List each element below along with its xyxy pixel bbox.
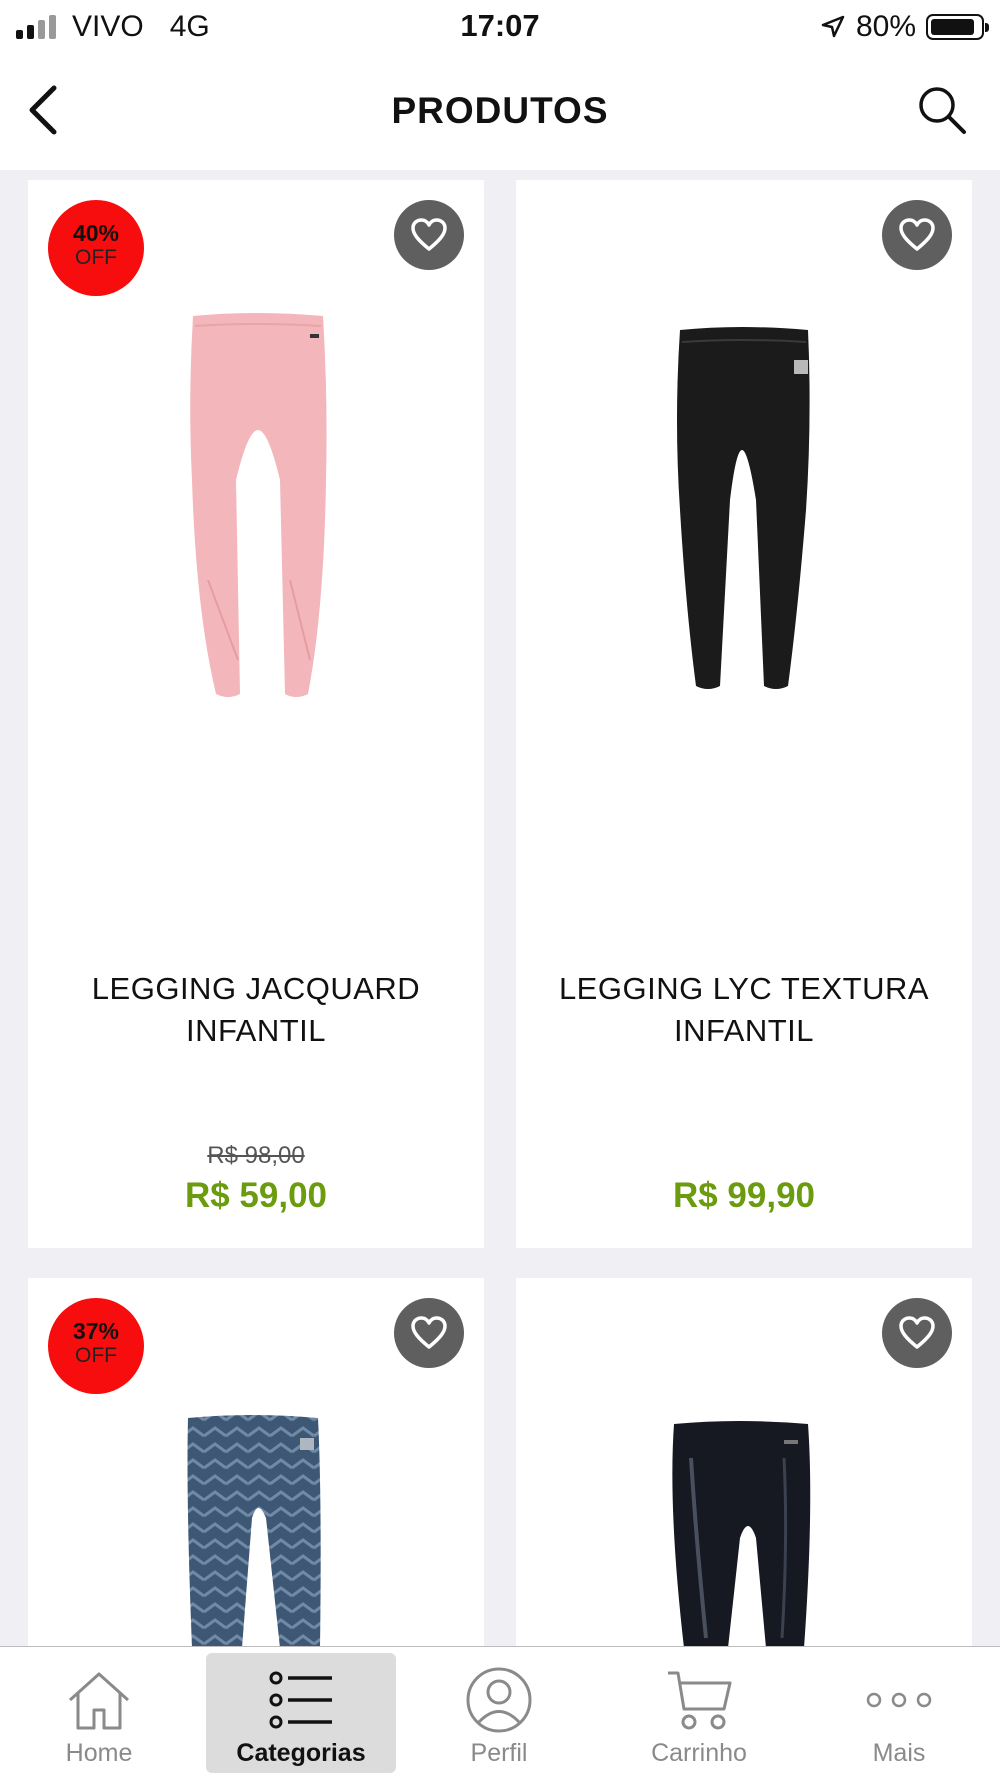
discount-off-label: OFF — [75, 246, 117, 269]
discount-percent: 37% — [72, 1318, 120, 1344]
product-image[interactable] — [28, 1408, 484, 1648]
product-image[interactable] — [516, 1418, 972, 1648]
home-icon — [68, 1672, 130, 1730]
product-card[interactable]: LEGGING LYC TEXTURA INFANTIL R$ 99,90 — [516, 180, 972, 1248]
tab-home[interactable]: Home — [4, 1647, 194, 1779]
discount-percent: 40% — [72, 220, 120, 246]
discount-off-label: OFF — [75, 1344, 117, 1367]
tab-perfil-label: Perfil — [470, 1739, 528, 1767]
tab-mais-label: Mais — [872, 1739, 926, 1767]
tab-mais[interactable]: Mais — [804, 1647, 994, 1779]
status-right: 80% — [820, 10, 989, 44]
favorite-button[interactable] — [882, 200, 952, 270]
tab-carrinho-label: Carrinho — [651, 1739, 747, 1767]
list-icon — [269, 1671, 332, 1729]
page-title: PRODUTOS — [391, 90, 609, 131]
discount-badge: 37% OFF — [48, 1298, 144, 1394]
price: R$ 59,00 — [184, 1176, 328, 1215]
heart-icon — [899, 218, 935, 251]
tab-categorias-label: Categorias — [236, 1739, 366, 1767]
profile-icon — [466, 1667, 532, 1733]
tab-home-label: Home — [65, 1739, 133, 1767]
price: R$ 99,90 — [672, 1176, 816, 1215]
tab-carrinho[interactable]: Carrinho — [604, 1647, 794, 1779]
product-card[interactable]: 40% OFF LEGGING JACQUARD INFANTIL R$ 98,… — [28, 180, 484, 1248]
product-image[interactable] — [28, 280, 484, 880]
favorite-button[interactable] — [882, 1298, 952, 1368]
product-image[interactable] — [516, 280, 972, 880]
status-bar: VIVO 4G 17:07 80% — [0, 0, 1000, 56]
cart-icon — [668, 1671, 732, 1730]
search-icon[interactable] — [914, 82, 970, 138]
heart-icon — [899, 1316, 935, 1349]
battery-icon — [926, 14, 989, 40]
tab-categorias[interactable]: Categorias — [206, 1653, 396, 1773]
heart-icon — [411, 1316, 447, 1349]
favorite-button[interactable] — [394, 200, 464, 270]
product-name[interactable]: LEGGING LYC TEXTURA INFANTIL — [526, 968, 962, 1052]
tab-perfil[interactable]: Perfil — [404, 1647, 594, 1779]
favorite-button[interactable] — [394, 1298, 464, 1368]
more-dots-icon — [866, 1692, 932, 1708]
old-price: R$ 98,00 — [207, 1142, 305, 1169]
battery-percent: 80% — [855, 10, 916, 43]
location-icon — [821, 15, 845, 38]
product-name[interactable]: LEGGING JACQUARD INFANTIL — [38, 968, 474, 1052]
tab-bar: Home Categorias Perfil Carrinho Mais — [0, 1646, 1000, 1779]
nav-bar: PRODUTOS — [0, 56, 1000, 170]
heart-icon — [411, 218, 447, 251]
